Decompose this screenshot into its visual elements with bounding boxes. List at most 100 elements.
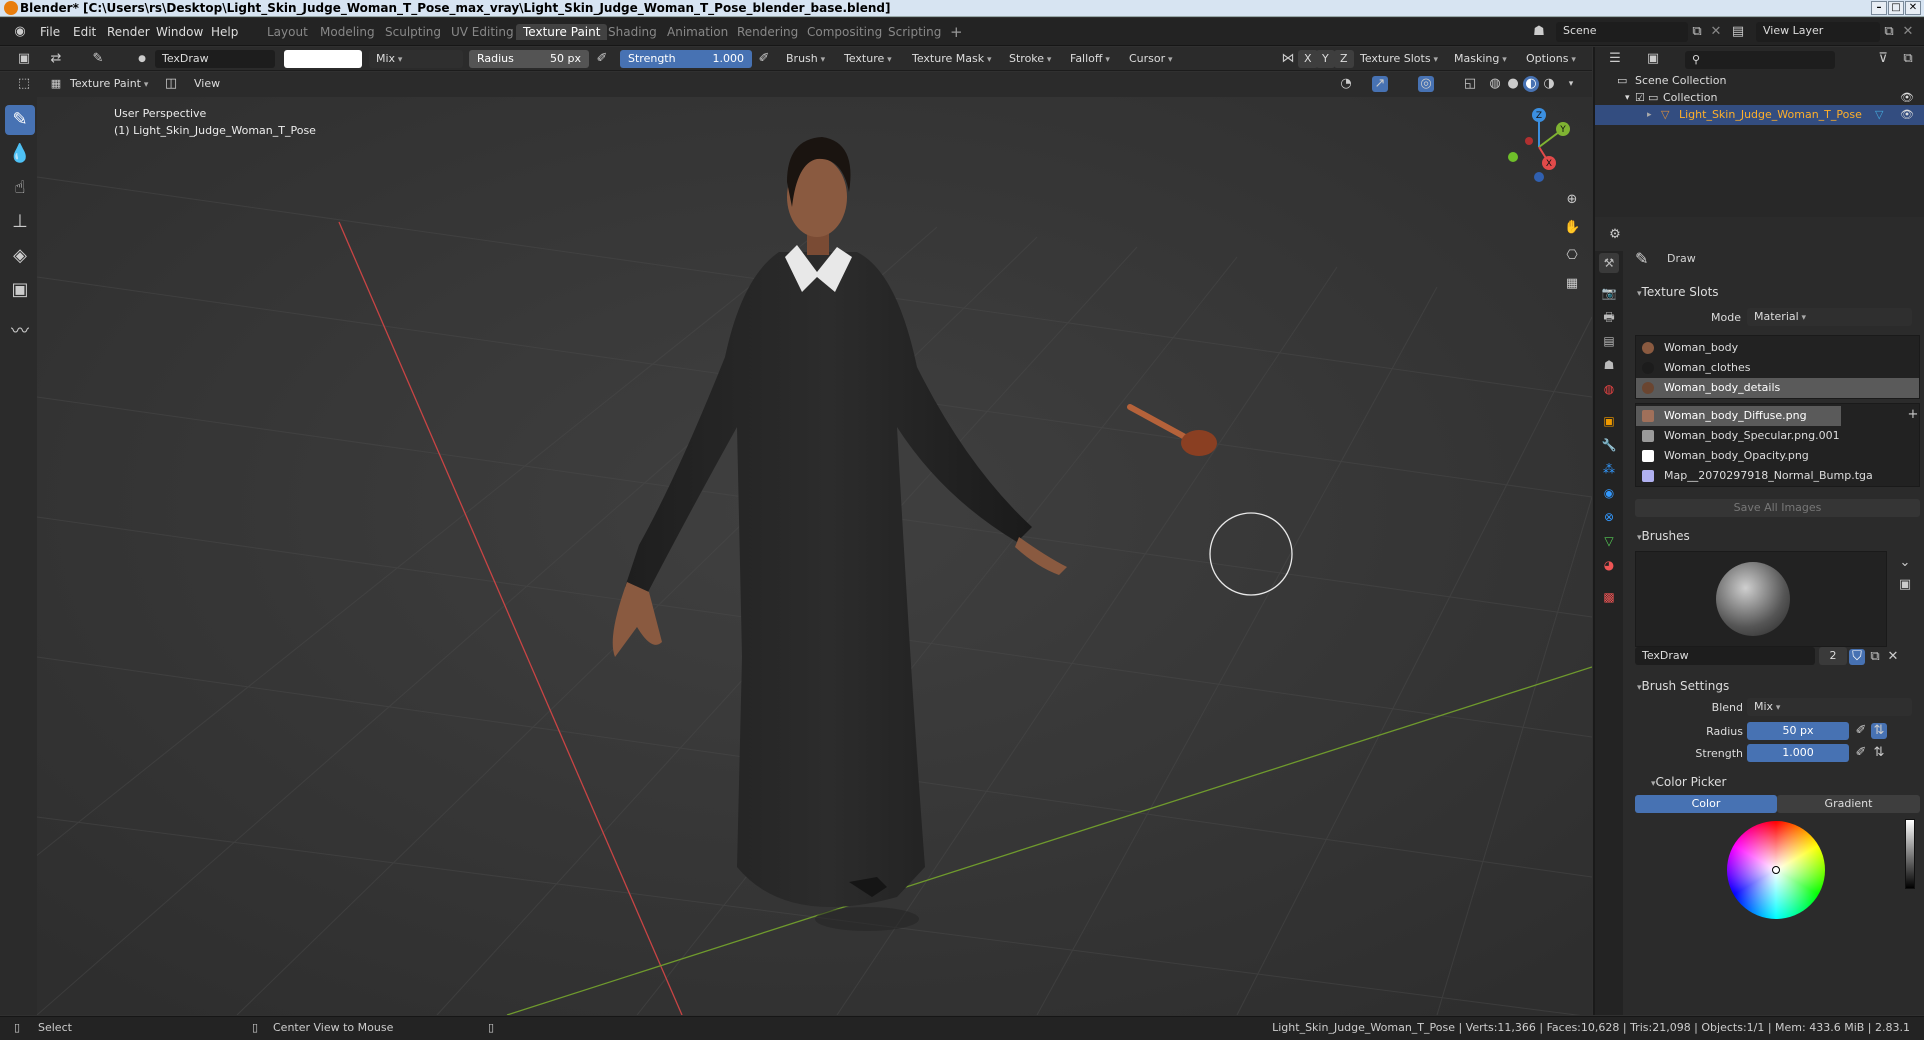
radius-pressure-icon[interactable]: ✐ (594, 51, 610, 67)
mirror-z-toggle[interactable]: Z (1334, 50, 1354, 68)
slot-mode-dropdown[interactable]: Material (1747, 308, 1912, 326)
tab-texture-paint[interactable]: Texture Paint (516, 24, 608, 40)
duplicate-brush-icon[interactable]: ⧉ (1867, 649, 1883, 665)
rendered-shading-icon[interactable]: ◑ (1541, 76, 1557, 92)
close-window-button[interactable]: ✕ (1905, 1, 1921, 15)
draw-tool-icon[interactable]: ✎ (5, 105, 35, 135)
fake-user-shield-icon[interactable]: ⛉ (1849, 649, 1865, 665)
radius-setting-slider[interactable]: 50 px (1747, 722, 1849, 740)
tab-view-layer-icon[interactable]: ▤ (1599, 331, 1619, 351)
texture-paint-mode-icon[interactable]: ▦ (48, 76, 64, 92)
maximize-button[interactable]: □ (1888, 1, 1904, 15)
solid-shading-icon[interactable]: ● (1505, 76, 1521, 92)
tab-world-icon[interactable]: ◍ (1599, 379, 1619, 399)
material-slot-item-selected[interactable]: Woman_body_details (1636, 378, 1919, 398)
save-all-images-button[interactable]: Save All Images (1635, 499, 1920, 517)
tab-sculpting[interactable]: Sculpting (378, 24, 448, 40)
masking-menu[interactable]: Masking (1450, 50, 1511, 68)
blender-menu-icon[interactable]: ◉ (12, 24, 28, 40)
strength-pressure-toggle-icon[interactable]: ✐ (1853, 745, 1869, 761)
material-slot-item[interactable]: Woman_body (1636, 338, 1919, 358)
brush-name-input[interactable]: TexDraw (1635, 647, 1815, 665)
mode-selector[interactable]: Texture Paint (66, 75, 152, 93)
brush-menu[interactable]: Brush (782, 50, 829, 68)
color-wheel-cursor[interactable] (1772, 866, 1780, 874)
tab-scripting[interactable]: Scripting (881, 24, 948, 40)
mask-tool-icon[interactable]: ▣ (5, 275, 35, 305)
delete-scene-icon[interactable]: ✕ (1708, 24, 1724, 40)
soften-tool-icon[interactable]: 💧 (5, 139, 35, 169)
radius-slider[interactable]: Radius 50 px (469, 50, 589, 68)
brush-icon[interactable]: ✎ (90, 51, 106, 67)
annotate-tool-icon[interactable]: 〰 (5, 317, 35, 347)
options-menu[interactable]: Options (1522, 50, 1580, 68)
outliner-object-row[interactable]: ▸ ▽ Light_Skin_Judge_Woman_T_Pose ▽ 👁 (1595, 105, 1924, 125)
brush-color-swatch[interactable] (284, 50, 362, 68)
tab-scene-icon[interactable]: ☗ (1599, 355, 1619, 375)
brush-name-field[interactable]: TexDraw (155, 50, 275, 68)
add-texture-slot-icon[interactable]: + (1905, 407, 1921, 423)
tab-constraints-icon[interactable]: ⊗ (1599, 507, 1619, 527)
new-collection-icon[interactable]: ⧉ (1900, 51, 1916, 67)
outliner-editor-icon[interactable]: ☰ (1607, 51, 1623, 67)
symmetry-icon[interactable]: ⋈ (1280, 51, 1296, 67)
expand-arrow-icon[interactable]: ▸ (1647, 105, 1652, 125)
scene-icon[interactable]: ☗ (1531, 24, 1547, 40)
minimize-button[interactable]: – (1871, 1, 1887, 15)
3d-viewport[interactable]: User Perspective (1) Light_Skin_Judge_Wo… (37, 97, 1592, 1015)
image-slot-item[interactable]: Woman_body_Opacity.png (1636, 446, 1919, 466)
ortho-grid-icon[interactable]: ▦ (1564, 276, 1580, 292)
tab-physics-icon[interactable]: ◉ (1599, 483, 1619, 503)
brush-image-icon[interactable]: ▣ (1897, 577, 1913, 593)
radius-unit-icon[interactable]: ⇅ (1871, 723, 1887, 739)
new-view-layer-icon[interactable]: ⧉ (1881, 24, 1897, 40)
falloff-menu[interactable]: Falloff (1066, 50, 1114, 68)
strength-setting-slider[interactable]: 1.000 (1747, 744, 1849, 762)
texture-mask-menu[interactable]: Texture Mask (908, 50, 996, 68)
sidebar-toggle-icon[interactable]: ‹ (1585, 107, 1592, 123)
view-layer-selector[interactable]: View Layer (1756, 22, 1880, 42)
zoom-icon[interactable]: ⊕ (1564, 192, 1580, 208)
view-menu[interactable]: View (190, 75, 224, 93)
blend-mode-dropdown[interactable]: Mix (369, 50, 463, 68)
color-tab-button[interactable]: Color (1635, 795, 1777, 813)
tab-animation[interactable]: Animation (660, 24, 735, 40)
image-slot-item-selected[interactable]: Woman_body_Diffuse.png (1636, 406, 1841, 426)
color-picker-subpanel-header[interactable]: Color Picker (1641, 771, 1924, 793)
tab-rendering[interactable]: Rendering (730, 24, 805, 40)
image-slot-item[interactable]: Map__2070297918_Normal_Bump.tga (1636, 466, 1919, 486)
tab-shading[interactable]: Shading (601, 24, 664, 40)
tab-object-icon[interactable]: ▣ (1599, 411, 1619, 431)
pan-hand-icon[interactable]: ✋ (1564, 220, 1580, 236)
material-slot-item[interactable]: Woman_clothes (1636, 358, 1919, 378)
editor-type-icon[interactable]: ▣ (16, 51, 32, 67)
texture-slots-panel-header[interactable]: Texture Slots (1627, 281, 1924, 303)
texture-menu[interactable]: Texture (840, 50, 896, 68)
menu-edit[interactable]: Edit (73, 25, 96, 39)
brush-users-count[interactable]: 2 (1819, 647, 1847, 665)
mirror-x-toggle[interactable]: X (1298, 50, 1318, 68)
blend-dropdown[interactable]: Mix (1747, 698, 1912, 716)
filter-icon[interactable]: ⊽ (1875, 51, 1891, 67)
brush-preview-area[interactable] (1635, 551, 1887, 647)
display-mode-icon[interactable]: ▣ (1645, 51, 1661, 67)
tab-uv-editing[interactable]: UV Editing (444, 24, 521, 40)
visibility-icon[interactable]: ◔ (1338, 76, 1354, 92)
tab-material-icon[interactable]: ◕ (1599, 555, 1619, 575)
menu-window[interactable]: Window (156, 25, 203, 39)
brush-browse-icon[interactable]: ● (134, 51, 150, 67)
value-slider[interactable] (1905, 819, 1915, 889)
tab-output-icon[interactable]: 🖶 (1599, 307, 1619, 327)
paint-mask-icon[interactable]: ◫ (163, 76, 179, 92)
strength-pressure-icon[interactable]: ✐ (756, 51, 772, 67)
tool-dropdown-icon[interactable]: ⇄ (48, 51, 64, 67)
tab-modifier-icon[interactable]: 🔧 (1599, 435, 1619, 455)
camera-view-icon[interactable]: ⎔ (1564, 248, 1580, 264)
smear-tool-icon[interactable]: ☝ (5, 173, 35, 203)
tab-layout[interactable]: Layout (260, 24, 315, 40)
add-workspace-icon[interactable]: + (950, 23, 963, 41)
clone-tool-icon[interactable]: ⊥ (5, 207, 35, 237)
brush-settings-panel-header[interactable]: Brush Settings (1627, 675, 1924, 697)
properties-editor-icon[interactable]: ⚙ (1607, 227, 1623, 243)
menu-help[interactable]: Help (211, 25, 238, 39)
